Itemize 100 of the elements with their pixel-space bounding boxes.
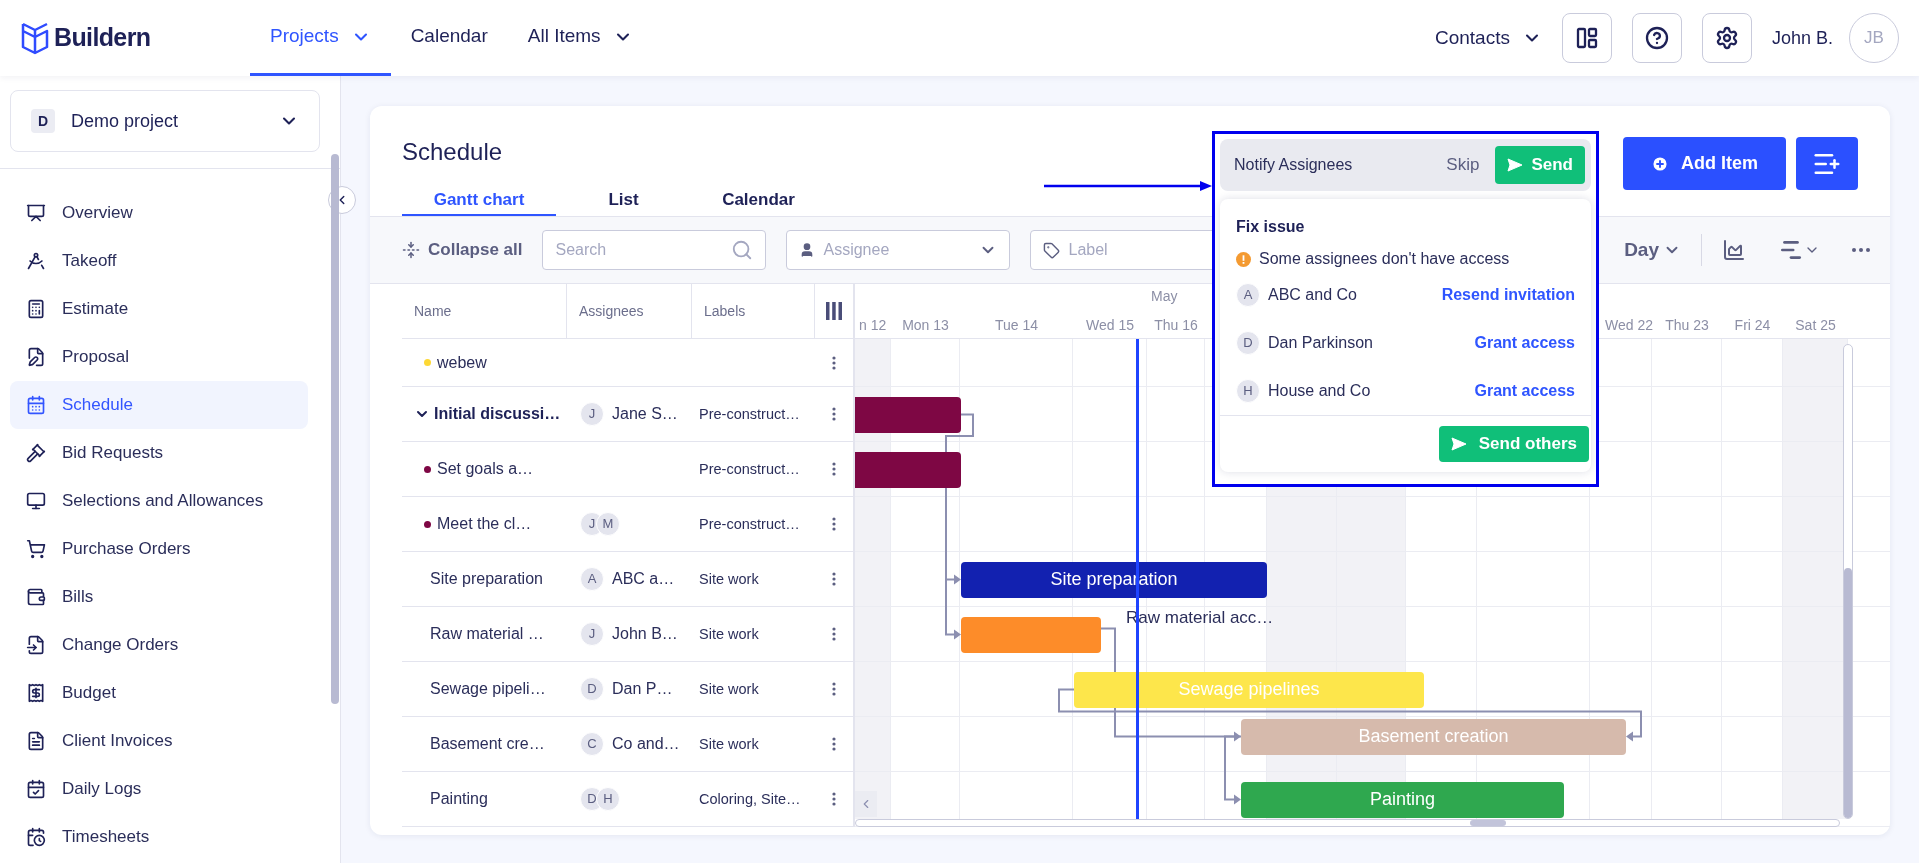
day-label: Wed 15 [1086,316,1134,335]
avatar: A [580,567,604,591]
project-initial: D [31,109,55,133]
person-name: ABC and Co [1268,285,1357,305]
horizontal-scrollbar[interactable] [855,819,1840,827]
task-name: Raw material … [430,624,544,644]
sidebar-item[interactable]: Bid Requests [10,429,308,477]
assignee-name: Co and… [612,734,680,754]
nav-tab[interactable]: Calendar [390,0,508,76]
person-name: Dan Parkinson [1268,333,1373,353]
task-name: webew [437,352,487,373]
baseline-button[interactable] [1722,238,1746,262]
sidebar-item[interactable]: Proposal [10,333,308,381]
assignee-input[interactable]: Assignee [823,238,972,262]
day-label: Thu 16 [1154,316,1198,335]
access-link[interactable]: Grant access [1474,379,1575,403]
sidebar-item[interactable]: Change Orders [10,621,308,669]
add-list-button[interactable] [1796,137,1858,190]
layout-icon [1574,26,1599,50]
monitor-icon [26,491,46,511]
collapse-all-button[interactable]: Collapse all [402,237,523,263]
assignee-name: John B… [612,624,678,644]
sidebar-item[interactable]: Takeoff [10,237,308,285]
task-bar[interactable] [855,396,961,433]
fix-issue-title: Fix issue [1236,217,1306,237]
assignee-name: Dan P… [612,679,673,699]
easel-icon [26,203,46,223]
more-vertical-icon [832,355,836,370]
sidebar-scrollbar[interactable] [331,154,339,704]
sidebar-item[interactable]: Bills [10,573,308,621]
sidebar-item[interactable]: Timesheets [10,813,308,861]
contacts-menu[interactable]: Contacts [1434,23,1542,53]
tag-icon [1043,241,1061,259]
brand-name: Buildern [54,22,151,54]
avatar: D [580,677,604,701]
search-input[interactable]: Search [555,238,732,262]
calendar-clock-icon [26,827,46,847]
more-vertical-icon [832,462,836,476]
warning-text: Some assignees don't have access [1259,249,1510,269]
more-button[interactable] [1852,248,1870,252]
skip-button[interactable]: Skip [1446,152,1480,178]
settings-icon [1714,26,1739,50]
assignee-dropdown[interactable]: Assignee [786,230,1011,270]
label-input[interactable]: Label [1068,238,1208,262]
layout-button[interactable] [1561,13,1612,63]
sidebar-item[interactable]: Schedule [10,381,308,429]
avatar: A [1236,283,1260,307]
more-vertical-icon [832,737,836,751]
task-name: Set goals a… [437,459,534,479]
task-bar[interactable]: Site preparation [961,561,1267,598]
scrollbar-thumb[interactable] [1470,820,1506,826]
day-label: Mon 13 [902,316,949,335]
calendar-icon [26,395,46,415]
sidebar-item[interactable]: Purchase Orders [10,525,308,573]
document-arrow-icon [26,635,46,655]
task-bar[interactable] [855,451,961,488]
avatar: H [1236,379,1260,403]
sidebar-item[interactable]: Selections and Allowances [10,477,308,525]
settings-button[interactable] [1701,13,1752,63]
sidebar-item[interactable]: Estimate [10,285,308,333]
nav-tab[interactable]: All Items [507,0,653,76]
help-button[interactable] [1631,13,1682,63]
sidebar-item[interactable]: Daily Logs [10,765,308,813]
label-text: Site work [699,736,759,752]
document-icon [26,731,46,751]
label-text: Pre-construct… [699,461,800,477]
access-link[interactable]: Resend invitation [1441,283,1575,307]
column-header: Assignees [566,284,691,338]
project-dropdown[interactable]: D Demo project [10,90,320,152]
label-text: Coloring, Site… [699,791,801,807]
label-text: Site work [699,626,759,642]
search-field[interactable]: Search [542,230,767,270]
day-label: Wed 22 [1605,316,1653,335]
person-name: House and Co [1268,381,1371,401]
access-link[interactable]: Grant access [1474,331,1575,355]
sidebar-item[interactable]: Overview [10,189,308,237]
more-vertical-icon [832,682,836,696]
day-label: Tue 14 [994,316,1039,335]
vertical-scrollbar[interactable] [1843,344,1853,819]
send-icon [1507,158,1524,172]
task-name: Basement cre… [430,734,545,754]
more-vertical-icon [832,792,836,806]
view-tab[interactable]: List [556,186,691,216]
help-icon [1644,26,1669,50]
send-icon [1450,437,1467,451]
day-label: n 12 [859,316,887,335]
column-header: Labels [691,284,815,338]
more-vertical-icon [832,517,836,531]
more-vertical-icon [832,572,836,586]
scrollbar-thumb[interactable] [1844,568,1852,818]
add-item-button[interactable]: Add Item [1623,137,1786,190]
more-vertical-icon [832,407,836,421]
scale-dropdown[interactable]: Day [1624,235,1681,265]
sidebar-item[interactable]: Budget [10,669,308,717]
user-name: John B. [1771,26,1833,50]
cart-icon [26,539,46,559]
view-tab[interactable]: Calendar [691,186,826,216]
label-text: Pre-construct… [699,406,800,422]
sidebar-item[interactable]: Client Invoices [10,717,308,765]
assignee-name: ABC a… [612,569,675,589]
